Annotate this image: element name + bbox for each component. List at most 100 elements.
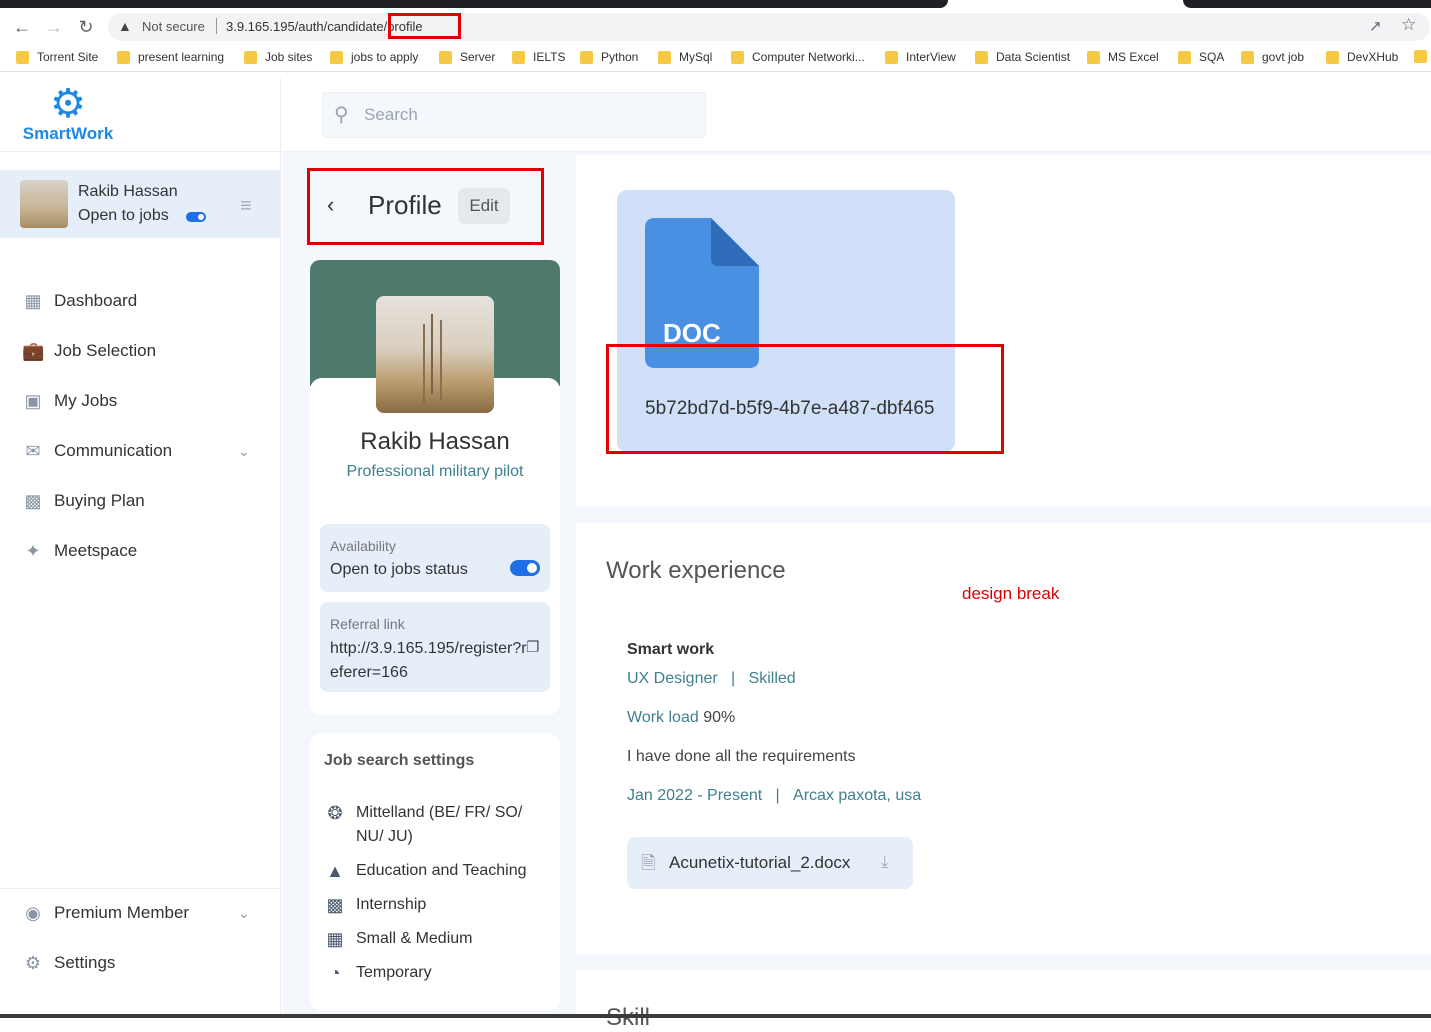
nav-buying-plan[interactable]: ▩ Buying Plan xyxy=(22,486,144,516)
nav-settings[interactable]: ⚙ Settings xyxy=(22,948,116,978)
settings-icon: ⚙ xyxy=(24,953,42,973)
bookmark-item[interactable]: MySql xyxy=(658,50,712,64)
folder-icon xyxy=(117,50,130,64)
copy-icon[interactable]: ❐ xyxy=(526,638,539,656)
search-input[interactable] xyxy=(364,105,684,125)
profile-role: Professional military pilot xyxy=(346,463,524,480)
clock-icon: ◔ xyxy=(329,963,341,983)
chevron-down-icon[interactable]: ⌄ xyxy=(238,905,250,922)
bookmark-item[interactable]: govt job xyxy=(1241,50,1304,64)
bookmark-star-icon[interactable]: ☆ xyxy=(1401,15,1416,35)
user-card[interactable]: Rakib Hassan Open to jobs ≡ xyxy=(0,170,280,238)
divider xyxy=(0,151,280,152)
reload-icon[interactable]: ↻ xyxy=(75,16,97,38)
logo[interactable]: ⚙ SmartWork xyxy=(18,84,118,150)
job-search-settings-title: Job search settings xyxy=(324,752,475,769)
meetspace-icon: ✦ xyxy=(25,541,41,561)
referral-label: Referral link xyxy=(330,616,405,632)
bookmark-item[interactable]: MS Excel xyxy=(1087,50,1159,64)
folder-icon xyxy=(975,50,988,64)
building-icon: ▦ xyxy=(326,929,344,949)
premium-icon: ◉ xyxy=(25,903,41,923)
folder-icon xyxy=(1241,50,1254,64)
address-separator xyxy=(216,18,217,34)
forward-arrow-icon[interactable]: → xyxy=(43,16,65,38)
job-work-load: Work load 90% xyxy=(627,709,736,726)
folder-icon xyxy=(885,50,898,64)
availability-label: Availability xyxy=(330,538,396,554)
bookmark-item[interactable]: Job sites xyxy=(244,50,312,64)
folder-icon xyxy=(244,50,257,64)
referral-box: Referral link http://3.9.165.195/registe… xyxy=(320,602,550,692)
nav-my-jobs[interactable]: ▣ My Jobs xyxy=(22,386,117,416)
bookmark-item[interactable]: Data Scientist xyxy=(975,50,1070,64)
folder-icon xyxy=(512,50,525,64)
file-icon: 🗎 xyxy=(641,853,656,873)
folder-icon xyxy=(1326,50,1339,64)
divider xyxy=(0,888,280,889)
profile-photo xyxy=(376,296,494,413)
nav-meetspace[interactable]: ✦ Meetspace xyxy=(22,536,137,566)
bookmark-item[interactable]: SQA xyxy=(1178,50,1224,64)
skills-panel xyxy=(576,970,1431,1018)
bookmark-item[interactable]: IELTS xyxy=(512,50,565,64)
user-name: Rakib Hassan xyxy=(78,183,178,200)
nav-communication[interactable]: ✉ Communication xyxy=(22,436,172,466)
folder-icon xyxy=(658,50,671,64)
chevron-down-icon[interactable]: ⌄ xyxy=(238,443,250,460)
bookmarks-bar: Torrent Site present learning Job sites … xyxy=(0,46,1431,72)
download-icon[interactable]: ⤓ xyxy=(881,852,889,872)
job-company: Smart work xyxy=(627,641,715,658)
design-break-annotation: design break xyxy=(962,584,1060,603)
profile-name: Rakib Hassan xyxy=(360,428,510,455)
user-status: Open to jobs xyxy=(78,207,169,224)
share-icon[interactable]: ↗ xyxy=(1369,17,1382,35)
bookmark-item[interactable] xyxy=(1414,50,1427,63)
sidebar: ⚙ SmartWork Rakib Hassan Open to jobs ≡ … xyxy=(0,78,281,1018)
compass-icon: ❂ xyxy=(327,803,343,823)
setting-region: ❂ Mittelland (BE/ FR/ SO/ NU/ JU) xyxy=(324,801,544,849)
profile-card: Rakib Hassan Professional military pilot… xyxy=(310,260,560,714)
chat-icon: ✉ xyxy=(25,441,41,461)
availability-toggle[interactable] xyxy=(510,560,540,576)
menu-icon[interactable]: ≡ xyxy=(240,196,252,216)
setting-category: ▲ Education and Teaching xyxy=(324,859,526,883)
folder-icon xyxy=(1414,50,1427,63)
bookmark-item[interactable]: Python xyxy=(580,50,638,64)
job-search-settings-card: Job search settings ❂ Mittelland (BE/ FR/… xyxy=(310,734,560,1010)
folder-icon xyxy=(330,50,343,64)
nav-dashboard[interactable]: ▦ Dashboard xyxy=(22,286,137,316)
folder-icon xyxy=(16,50,29,64)
bookmark-item[interactable]: present learning xyxy=(117,50,224,64)
attachment-name: Acunetix-tutorial_2.docx xyxy=(669,853,851,872)
setting-company-size: ▦ Small & Medium xyxy=(324,927,472,951)
referral-link[interactable]: http://3.9.165.195/register?referer=166 xyxy=(330,637,530,685)
folder-icon xyxy=(731,50,744,64)
setting-duration: ◔ Temporary xyxy=(324,961,432,985)
back-arrow-icon[interactable]: ← xyxy=(11,16,33,38)
open-to-jobs-toggle[interactable] xyxy=(186,212,206,222)
url-highlight-box xyxy=(388,13,461,39)
nav-job-selection[interactable]: 💼 Job Selection xyxy=(22,336,156,366)
bookmark-item[interactable]: InterView xyxy=(885,50,956,64)
browser-tab-bar-left xyxy=(0,0,948,8)
briefcase-icon: 💼 xyxy=(22,341,45,361)
avatar xyxy=(20,180,68,228)
search-icon: ⚲ xyxy=(334,104,349,126)
not-secure-label: Not secure xyxy=(142,19,205,34)
setting-job-type: ▩ Internship xyxy=(324,893,426,917)
bookmark-item[interactable]: Server xyxy=(439,50,495,64)
shapes-icon: ▲ xyxy=(326,861,344,881)
job-description: I have done all the requirements xyxy=(627,748,856,765)
bookmark-item[interactable]: Computer Networki... xyxy=(731,50,865,64)
availability-box: Availability Open to jobs status xyxy=(320,524,550,592)
warning-icon: ▲ xyxy=(118,18,132,34)
attachment[interactable]: 🗎 Acunetix-tutorial_2.docx ⤓ xyxy=(627,837,913,889)
bookmark-item[interactable]: jobs to apply xyxy=(330,50,418,64)
bookmark-item[interactable]: Torrent Site xyxy=(16,50,98,64)
nav-premium-member[interactable]: ◉ Premium Member xyxy=(22,898,189,928)
document-highlight-box xyxy=(606,344,1004,454)
plan-icon: ▩ xyxy=(24,491,42,511)
bookmark-item[interactable]: DevXHub xyxy=(1326,50,1398,64)
folder-icon xyxy=(1178,50,1191,64)
